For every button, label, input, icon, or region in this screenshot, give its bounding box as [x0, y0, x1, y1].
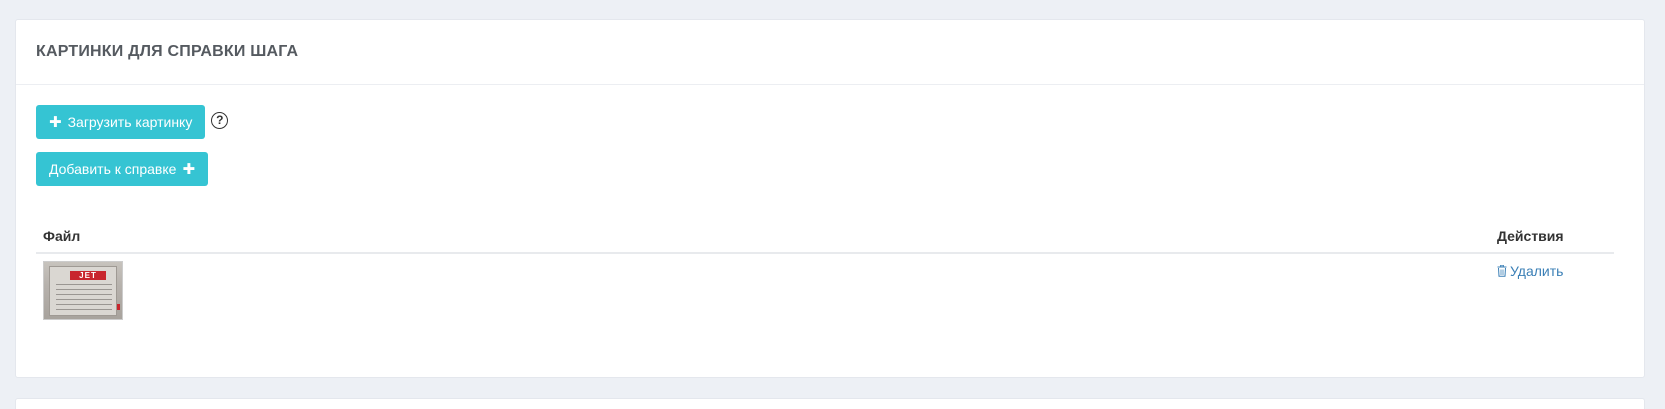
panel-body: ✚ Загрузить картинку ? Добавить к справк… — [16, 85, 1644, 347]
plus-icon: ✚ — [49, 113, 62, 131]
table-header-row: Файл Действия — [36, 220, 1614, 254]
file-cell: JET — [36, 253, 1490, 327]
question-circle-icon[interactable]: ? — [211, 111, 229, 129]
thumbnail-plate: JET — [49, 266, 117, 316]
table-row: JET Удалить — [36, 253, 1614, 327]
panel-header: КАРТИНКИ ДЛЯ СПРАВКИ ШАГА — [16, 20, 1644, 85]
actions-cell: Удалить — [1490, 253, 1614, 327]
thumbnail-text-lines — [56, 284, 112, 312]
upload-image-label: Загрузить картинку — [67, 114, 193, 130]
add-to-help-label: Добавить к справке — [49, 161, 177, 177]
add-row: Добавить к справке ✚ — [36, 152, 1624, 186]
plus-icon: ✚ — [182, 160, 196, 178]
upload-image-button[interactable]: ✚ Загрузить картинку — [36, 105, 206, 139]
column-header-file: Файл — [36, 220, 1490, 254]
upload-row: ✚ Загрузить картинку ? — [36, 105, 1624, 139]
panel-title: КАРТИНКИ ДЛЯ СПРАВКИ ШАГА — [36, 43, 299, 60]
column-header-actions: Действия — [1490, 220, 1614, 254]
add-to-help-button[interactable]: Добавить к справке ✚ — [36, 152, 209, 186]
thumbnail-brand-text: JET — [70, 271, 106, 280]
next-panel-edge — [15, 398, 1645, 409]
files-table: Файл Действия JET Удалить — [36, 220, 1614, 327]
thumbnail-red-mark — [117, 304, 120, 310]
trash-icon — [1497, 265, 1507, 277]
image-thumbnail[interactable]: JET — [43, 261, 123, 320]
images-panel: КАРТИНКИ ДЛЯ СПРАВКИ ШАГА ✚ Загрузить ка… — [15, 19, 1645, 378]
delete-link[interactable]: Удалить — [1497, 263, 1563, 279]
delete-label: Удалить — [1510, 263, 1564, 279]
